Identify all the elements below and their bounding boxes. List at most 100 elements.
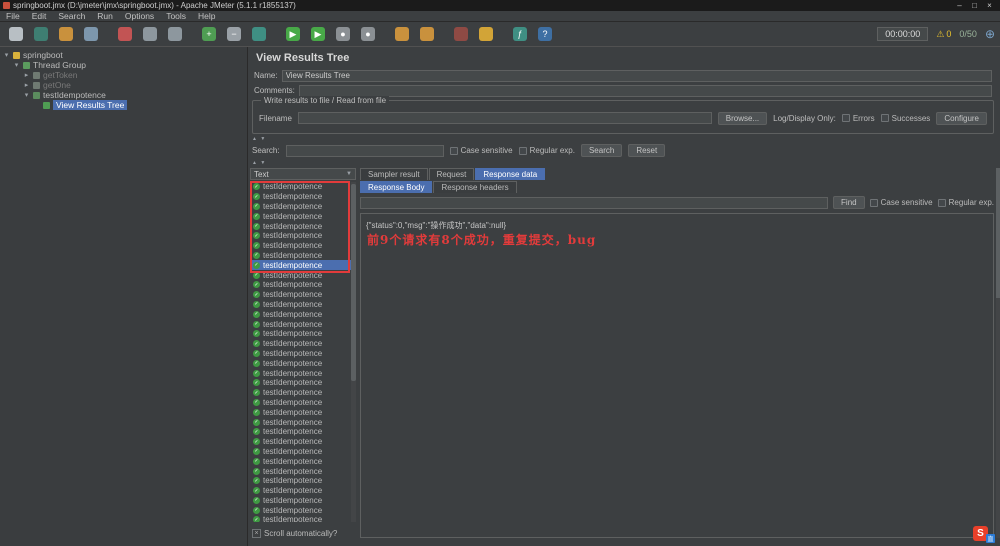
result-row[interactable]: ✓ testIdempotence — [250, 456, 356, 466]
search-input[interactable] — [285, 144, 444, 157]
result-row[interactable]: ✓ testIdempotence — [250, 319, 356, 329]
result-row[interactable]: ✓ testIdempotence — [250, 358, 356, 368]
errors-checkbox[interactable]: Errors — [841, 114, 875, 123]
comments-input[interactable] — [298, 84, 992, 97]
menu-search[interactable]: Search — [52, 11, 91, 21]
scroll-automatically-checkbox[interactable]: × Scroll automatically? — [252, 529, 337, 538]
result-row[interactable]: ✓ testIdempotence — [250, 339, 356, 349]
search-case-checkbox[interactable]: Case sensitive — [449, 146, 513, 155]
copy-button[interactable] — [139, 24, 161, 44]
tree-expand-arrow[interactable]: ▸ — [23, 71, 30, 79]
result-row[interactable]: ✓ testIdempotence — [250, 515, 356, 522]
result-row[interactable]: ✓ testIdempotence — [250, 182, 356, 192]
tree-item-gettoken[interactable]: ▸ getToken — [0, 70, 247, 80]
search-reset-button[interactable] — [475, 24, 497, 44]
result-row[interactable]: ✓ testIdempotence — [250, 260, 356, 271]
result-row[interactable]: ✓ testIdempotence — [250, 309, 356, 319]
tab-sampler-result[interactable]: Sampler result — [360, 168, 428, 180]
splitter-down-icon[interactable]: ▼ — [260, 160, 266, 166]
results-filter-dropdown[interactable]: Text ▼ — [250, 168, 356, 180]
subtab-response-body[interactable]: Response Body — [360, 181, 433, 193]
paste-button[interactable] — [164, 24, 186, 44]
scrollbar-thumb[interactable] — [351, 184, 356, 382]
result-row[interactable]: ✓ testIdempotence — [250, 378, 356, 388]
result-row[interactable]: ✓ testIdempotence — [250, 231, 356, 241]
expand-all-button[interactable]: + — [198, 24, 220, 44]
result-row[interactable]: ✓ testIdempotence — [250, 300, 356, 310]
result-row[interactable]: ✓ testIdempotence — [250, 221, 356, 231]
result-row[interactable]: ✓ testIdempotence — [250, 496, 356, 506]
result-row[interactable]: ✓ testIdempotence — [250, 407, 356, 417]
splitter-toggle[interactable]: ▲ ▼ — [252, 160, 266, 166]
result-row[interactable]: ✓ testIdempotence — [250, 486, 356, 496]
result-row[interactable]: ✓ testIdempotence — [250, 251, 356, 261]
result-row[interactable]: ✓ testIdempotence — [250, 270, 356, 280]
menu-file[interactable]: File — [0, 11, 26, 21]
result-row[interactable]: ✓ testIdempotence — [250, 368, 356, 378]
result-row[interactable]: ✓ testIdempotence — [250, 466, 356, 476]
find-regex-checkbox[interactable]: Regular exp. — [937, 198, 994, 207]
templates-button[interactable] — [30, 24, 52, 44]
start-button[interactable]: ▶ — [282, 24, 304, 44]
tree-expand-arrow[interactable]: ▾ — [13, 61, 20, 69]
tree-expand-arrow[interactable]: ▸ — [23, 81, 30, 89]
result-row[interactable]: ✓ testIdempotence — [250, 192, 356, 202]
tab-request[interactable]: Request — [428, 168, 475, 180]
result-row[interactable]: ✓ testIdempotence — [250, 349, 356, 359]
reset-button[interactable]: Reset — [628, 144, 666, 157]
result-row[interactable]: ✓ testIdempotence — [250, 290, 356, 300]
open-file-button[interactable] — [55, 24, 77, 44]
tree-item-testidempotence[interactable]: ▾ testIdempotence — [0, 90, 247, 100]
find-input[interactable] — [360, 196, 829, 209]
result-row[interactable]: ✓ testIdempotence — [250, 476, 356, 486]
help-button[interactable]: ? — [534, 24, 556, 44]
search-button[interactable] — [450, 24, 472, 44]
result-row[interactable]: ✓ testIdempotence — [250, 417, 356, 427]
main-scrollbar[interactable] — [996, 168, 1000, 538]
scrollbar-thumb[interactable] — [996, 168, 1000, 298]
filename-input[interactable] — [297, 112, 712, 124]
menu-run[interactable]: Run — [91, 11, 119, 21]
splitter-down-icon[interactable]: ▼ — [260, 136, 266, 142]
menu-options[interactable]: Options — [119, 11, 160, 21]
result-row[interactable]: ✓ testIdempotence — [250, 427, 356, 437]
result-row[interactable]: ✓ testIdempotence — [250, 388, 356, 398]
result-row[interactable]: ✓ testIdempotence — [250, 505, 356, 515]
splitter-up-icon[interactable]: ▲ — [252, 160, 258, 166]
collapse-all-button[interactable]: − — [223, 24, 245, 44]
result-row[interactable]: ✓ testIdempotence — [250, 211, 356, 221]
name-input[interactable] — [281, 69, 992, 82]
find-button[interactable]: Find — [833, 196, 865, 209]
toggle-button[interactable] — [248, 24, 270, 44]
log-errors-indicator[interactable]: ⚠ 0 — [936, 29, 951, 40]
result-row[interactable]: ✓ testIdempotence — [250, 437, 356, 447]
menu-edit[interactable]: Edit — [26, 11, 53, 21]
cut-button[interactable] — [114, 24, 136, 44]
clear-all-button[interactable] — [416, 24, 438, 44]
clear-button[interactable] — [391, 24, 413, 44]
tree-expand-arrow[interactable]: ▾ — [3, 51, 10, 59]
result-row[interactable]: ✓ testIdempotence — [250, 329, 356, 339]
browse-button[interactable]: Browse... — [717, 111, 768, 125]
tree-item-springboot[interactable]: ▾ springboot — [0, 50, 247, 60]
successes-checkbox[interactable]: Successes — [880, 114, 930, 123]
configure-button[interactable]: Configure — [936, 111, 987, 125]
result-row[interactable]: ✓ testIdempotence — [250, 202, 356, 212]
maximize-button[interactable]: □ — [967, 1, 982, 10]
stop-button[interactable]: ● — [332, 24, 354, 44]
results-scrollbar[interactable] — [351, 182, 356, 522]
save-button[interactable] — [80, 24, 102, 44]
splitter-toggle[interactable]: ▲ ▼ — [252, 136, 266, 142]
subtab-response-headers[interactable]: Response headers — [433, 181, 517, 193]
search-regex-checkbox[interactable]: Regular exp. — [518, 146, 575, 155]
tab-response-data[interactable]: Response data — [475, 168, 546, 180]
result-row[interactable]: ✓ testIdempotence — [250, 280, 356, 290]
shutdown-button[interactable]: ● — [357, 24, 379, 44]
close-button[interactable]: × — [982, 1, 997, 10]
tree-item-getone[interactable]: ▸ getOne — [0, 80, 247, 90]
result-row[interactable]: ✓ testIdempotence — [250, 447, 356, 457]
find-case-checkbox[interactable]: Case sensitive — [869, 198, 933, 207]
tree-expand-arrow[interactable]: ▾ — [23, 91, 30, 99]
search-button[interactable]: Search — [580, 144, 623, 157]
tree-item-thread-group[interactable]: ▾ Thread Group — [0, 60, 247, 70]
